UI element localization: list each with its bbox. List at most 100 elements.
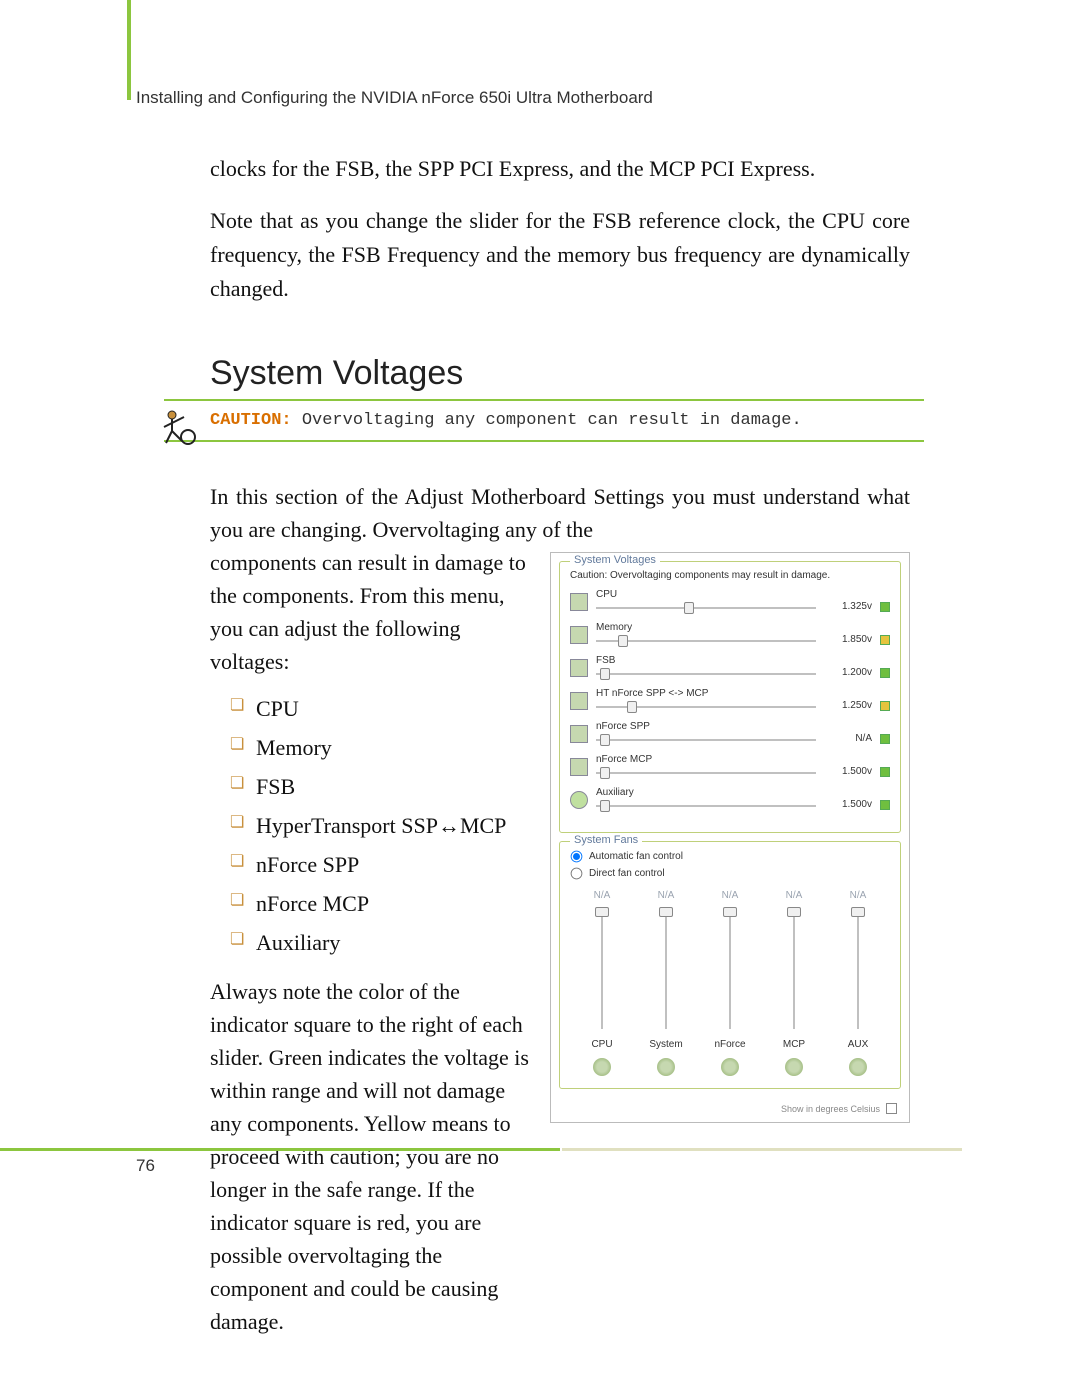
fan-na-label: N/A: [833, 890, 883, 901]
direct-fan-radio[interactable]: [571, 868, 583, 880]
sidebar-green-rule: [127, 0, 131, 100]
voltage-label: nForce SPP: [596, 721, 816, 732]
voltage-row: Auxiliary 1.500v: [570, 787, 890, 812]
voltage-bullet-list: CPU Memory FSB HyperTransport SSP↔MCP nF…: [210, 692, 530, 959]
fan-icon: [657, 1058, 675, 1076]
status-indicator: [880, 767, 890, 777]
voltage-label: FSB: [596, 655, 816, 666]
panel-caution-text: Caution: Overvoltaging components may re…: [570, 570, 890, 581]
fan-slider[interactable]: [729, 909, 731, 1029]
voltage-slider[interactable]: [596, 602, 816, 614]
celsius-row: Show in degrees Celsius: [551, 1097, 909, 1122]
automatic-fan-label: Automatic fan control: [589, 851, 683, 862]
fan-na-label: N/A: [577, 890, 627, 901]
fan-icon: [721, 1058, 739, 1076]
fan-na-label: N/A: [705, 890, 755, 901]
status-indicator: [880, 602, 890, 612]
fan-column: N/A CPU: [577, 890, 627, 1076]
cpu-icon: [570, 593, 588, 611]
voltage-row: FSB 1.200v: [570, 655, 890, 680]
caution-icon: [158, 407, 198, 447]
fan-name-label: MCP: [769, 1039, 819, 1050]
mcp-icon: [570, 758, 588, 776]
voltage-row: Memory 1.850v: [570, 622, 890, 647]
footer-tan-rule: [562, 1148, 962, 1151]
bullet-item: Memory: [230, 731, 530, 764]
voltage-value: 1.200v: [824, 655, 872, 678]
page-number: 76: [136, 1156, 155, 1176]
fan-name-label: CPU: [577, 1039, 627, 1050]
celsius-label: Show in degrees Celsius: [781, 1104, 880, 1114]
voltage-slider[interactable]: [596, 734, 816, 746]
bullet-item: CPU: [230, 692, 530, 725]
voltages-legend: System Voltages: [570, 554, 660, 566]
section-intro-cont: components can result in damage to the c…: [210, 546, 530, 678]
fan-na-label: N/A: [769, 890, 819, 901]
bullet-item: Auxiliary: [230, 926, 530, 959]
voltage-row: nForce SPP N/A: [570, 721, 890, 746]
voltage-label: Auxiliary: [596, 787, 816, 798]
fan-slider[interactable]: [665, 909, 667, 1029]
section-intro-full: In this section of the Adjust Motherboar…: [210, 480, 910, 546]
fan-slider[interactable]: [601, 909, 603, 1029]
fan-slider[interactable]: [793, 909, 795, 1029]
fan-column: N/A AUX: [833, 890, 883, 1076]
voltage-value: 1.500v: [824, 754, 872, 777]
bullet-item: nForce SPP: [230, 848, 530, 881]
fan-icon: [593, 1058, 611, 1076]
status-indicator: [880, 701, 890, 711]
voltage-label: CPU: [596, 589, 816, 600]
status-indicator: [880, 734, 890, 744]
caution-rule: [164, 440, 924, 442]
aux-icon: [570, 791, 588, 809]
automatic-fan-radio[interactable]: [571, 851, 583, 863]
fan-icon: [849, 1058, 867, 1076]
fan-column: N/A MCP: [769, 890, 819, 1076]
fan-slider[interactable]: [857, 909, 859, 1029]
footer-green-rule: [0, 1148, 560, 1151]
bullet-item: nForce MCP: [230, 887, 530, 920]
status-indicator: [880, 800, 890, 810]
system-fans-fieldset: System Fans Automatic fan control Direct…: [559, 841, 901, 1089]
memory-icon: [570, 626, 588, 644]
direct-fan-label: Direct fan control: [589, 868, 665, 879]
after-list-para: Always note the color of the indicator s…: [210, 975, 530, 1338]
voltages-fieldset: System Voltages Caution: Overvoltaging c…: [559, 561, 901, 833]
fan-icon: [785, 1058, 803, 1076]
voltage-value: 1.500v: [824, 787, 872, 810]
bullet-item: FSB: [230, 770, 530, 803]
caution-body: Overvoltaging any component can result i…: [292, 411, 802, 430]
voltage-slider[interactable]: [596, 668, 816, 680]
fan-column: N/A System: [641, 890, 691, 1076]
voltage-row: HT nForce SPP <-> MCP 1.250v: [570, 688, 890, 713]
voltage-slider[interactable]: [596, 635, 816, 647]
system-voltages-panel: System Voltages Caution: Overvoltaging c…: [550, 552, 910, 1123]
fan-name-label: AUX: [833, 1039, 883, 1050]
voltage-value: N/A: [824, 721, 872, 744]
fan-name-label: System: [641, 1039, 691, 1050]
voltage-value: 1.325v: [824, 589, 872, 612]
running-header: Installing and Configuring the NVIDIA nF…: [136, 88, 653, 108]
fan-na-label: N/A: [641, 890, 691, 901]
status-indicator: [880, 668, 890, 678]
voltage-row: CPU 1.325v: [570, 589, 890, 614]
intro-para-1: clocks for the FSB, the SPP PCI Express,…: [210, 152, 910, 186]
heading-rule: [164, 399, 924, 401]
fan-column: N/A nForce: [705, 890, 755, 1076]
fans-legend: System Fans: [570, 834, 642, 846]
voltage-slider[interactable]: [596, 767, 816, 779]
fan-name-label: nForce: [705, 1039, 755, 1050]
fsb-icon: [570, 659, 588, 677]
voltage-row: nForce MCP 1.500v: [570, 754, 890, 779]
voltage-label: Memory: [596, 622, 816, 633]
voltage-value: 1.850v: [824, 622, 872, 645]
intro-para-2: Note that as you change the slider for t…: [210, 204, 910, 306]
celsius-checkbox[interactable]: [886, 1103, 897, 1114]
status-indicator: [880, 635, 890, 645]
voltage-label: HT nForce SPP <-> MCP: [596, 688, 816, 699]
voltage-slider[interactable]: [596, 701, 816, 713]
caution-line: CAUTION: Overvoltaging any component can…: [210, 411, 802, 430]
bullet-item: HyperTransport SSP↔MCP: [230, 809, 530, 842]
voltage-label: nForce MCP: [596, 754, 816, 765]
voltage-slider[interactable]: [596, 800, 816, 812]
